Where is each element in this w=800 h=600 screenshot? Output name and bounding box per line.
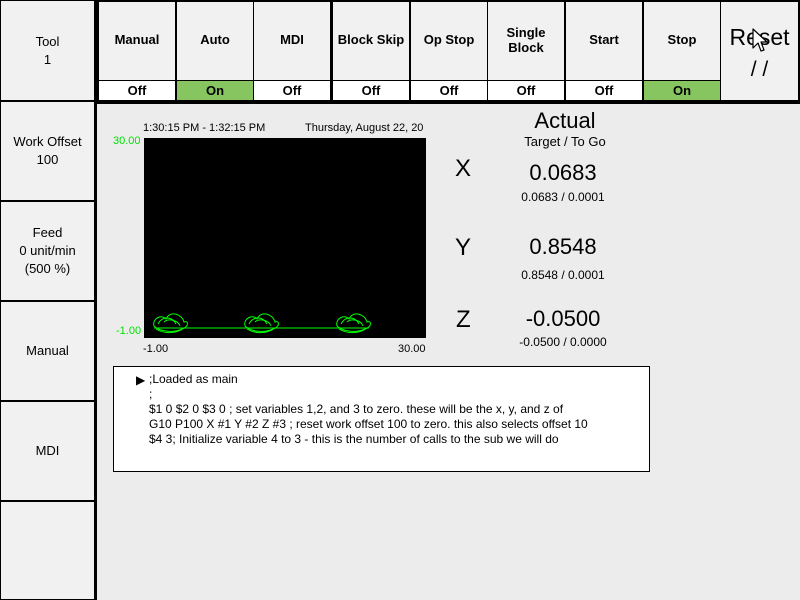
mode-manual[interactable]: Manual Off bbox=[99, 2, 175, 100]
axis-y-label: Y bbox=[455, 234, 472, 261]
mode-start[interactable]: Start Off bbox=[566, 2, 642, 100]
plot-date: Thursday, August 22, 20 bbox=[305, 122, 424, 134]
plot-x-max: 30.00 bbox=[398, 343, 426, 355]
mode-auto-state: On bbox=[177, 80, 253, 100]
gcode-line: ; bbox=[149, 387, 153, 401]
manual-button[interactable]: Manual bbox=[0, 301, 95, 401]
plot-x-min: -1.00 bbox=[143, 343, 169, 355]
axis-x-target-togo: 0.0683 / 0.0001 bbox=[521, 190, 605, 204]
axis-z-label: Z bbox=[456, 306, 471, 333]
empty-button[interactable] bbox=[0, 501, 95, 600]
mdi-label: MDI bbox=[35, 443, 60, 458]
mode-stop-state: On bbox=[644, 80, 720, 100]
mode-manual-state: Off bbox=[99, 80, 175, 100]
mode-start-label: Start bbox=[589, 32, 619, 47]
work-offset-value: 100 bbox=[36, 152, 59, 167]
work-offset-button[interactable]: Work Offset 100 bbox=[0, 101, 95, 201]
mode-bar: Manual Off Auto On MDI Off Block Skip Of… bbox=[97, 0, 800, 104]
feed-button[interactable]: Feed 0 unit/min (500 %) bbox=[0, 201, 95, 301]
feed-percent: (500 %) bbox=[24, 261, 71, 276]
gcode-line: ;Loaded as main bbox=[149, 372, 238, 386]
toolpath-loop-1 bbox=[153, 313, 188, 334]
axis-z-target-togo: -0.0500 / 0.0000 bbox=[519, 335, 607, 349]
plot-y-min: -1.00 bbox=[116, 325, 142, 337]
manual-label: Manual bbox=[26, 343, 69, 358]
mode-stop[interactable]: Stop On bbox=[644, 2, 720, 100]
current-line-arrow-icon: ▶ bbox=[136, 373, 146, 387]
tool-button[interactable]: Tool 1 bbox=[0, 0, 95, 101]
mode-mdi-state: Off bbox=[254, 80, 330, 100]
mode-stop-label: Stop bbox=[667, 32, 697, 47]
mode-single-block[interactable]: Single Block Off bbox=[488, 2, 564, 100]
mode-op-stop-state: Off bbox=[411, 80, 487, 100]
mouse-cursor-icon bbox=[752, 28, 768, 52]
gcode-line: $4 3; Initialize variable 4 to 3 - this … bbox=[149, 432, 559, 446]
mode-block-skip[interactable]: Block Skip Off bbox=[333, 2, 409, 100]
axis-x-actual: 0.0683 bbox=[529, 160, 597, 185]
mode-op-stop-label: Op Stop bbox=[423, 32, 475, 47]
feed-value: 0 unit/min bbox=[19, 243, 76, 258]
plot-time-range: 1:30:15 PM - 1:32:15 PM bbox=[143, 122, 266, 134]
toolpath-loop-3 bbox=[336, 313, 371, 334]
axis-y-actual: 0.8548 bbox=[529, 234, 597, 259]
mode-manual-label: Manual bbox=[114, 32, 160, 47]
mode-single-block-state: Off bbox=[488, 80, 564, 100]
mode-mdi[interactable]: MDI Off bbox=[254, 2, 330, 100]
mode-auto[interactable]: Auto On bbox=[177, 2, 253, 100]
gcode-listing[interactable]: ▶ ;Loaded as main ; $1 0 $2 0 $3 0 ; set… bbox=[113, 366, 650, 472]
plot-y-max: 30.00 bbox=[113, 135, 141, 147]
mode-block-skip-state: Off bbox=[333, 80, 409, 100]
gcode-line: $1 0 $2 0 $3 0 ; set variables 1,2, and … bbox=[149, 402, 564, 416]
reset-status: / / bbox=[750, 58, 769, 81]
toolpath-loop-2 bbox=[244, 313, 279, 334]
position-subtitle: Target / To Go bbox=[524, 134, 606, 149]
axis-y-target-togo: 0.8548 / 0.0001 bbox=[521, 268, 605, 282]
tool-label: Tool bbox=[35, 33, 60, 49]
mode-start-state: Off bbox=[566, 80, 642, 100]
mode-op-stop[interactable]: Op Stop Off bbox=[411, 2, 487, 100]
mode-mdi-label: MDI bbox=[280, 32, 304, 47]
gcode-line: G10 P100 X #1 Y #2 Z #3 ; reset work off… bbox=[149, 417, 588, 431]
axis-z-actual: -0.0500 bbox=[525, 306, 601, 331]
toolpath-plot[interactable] bbox=[144, 138, 426, 338]
position-title: Actual bbox=[534, 108, 596, 133]
feed-label: Feed bbox=[32, 225, 63, 240]
mode-auto-label: Auto bbox=[200, 32, 230, 47]
tool-value: 1 bbox=[43, 51, 52, 67]
mode-single-block-label: Single Block bbox=[506, 24, 546, 55]
left-panel: Tool 1 Work Offset 100 Feed 0 unit/min (… bbox=[0, 0, 97, 600]
mode-block-skip-label: Block Skip bbox=[337, 32, 405, 47]
mdi-button[interactable]: MDI bbox=[0, 401, 95, 501]
work-offset-label: Work Offset bbox=[13, 134, 82, 149]
axis-x-label: X bbox=[455, 155, 472, 182]
